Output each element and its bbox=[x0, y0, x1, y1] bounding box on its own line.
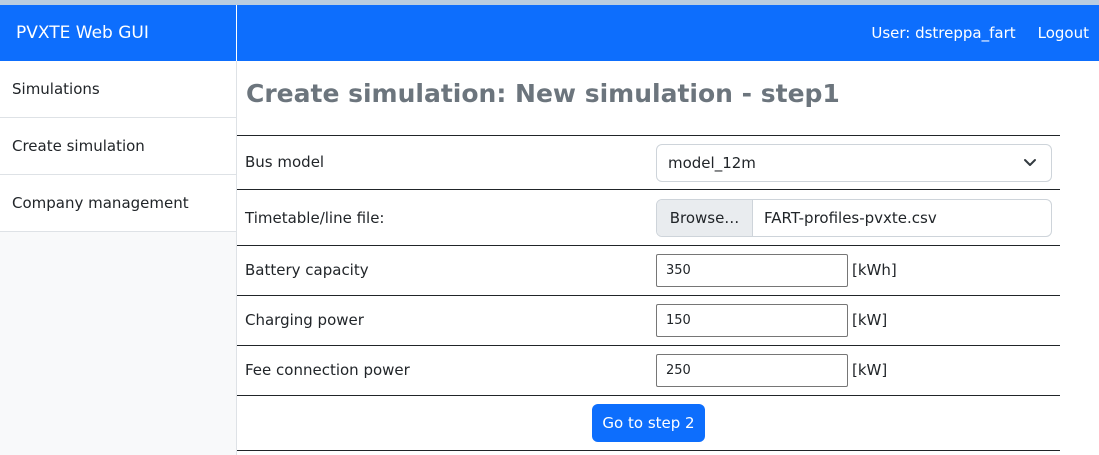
fee-connection-input[interactable]: 250 bbox=[656, 354, 848, 387]
top-navbar: User: dstreppa_fart Logout bbox=[237, 5, 1099, 61]
form-row-charging: Charging power 150 [kW] bbox=[237, 296, 1060, 346]
form-row-submit: Go to step 2 bbox=[237, 396, 1060, 451]
fee-connection-label: Fee connection power bbox=[245, 361, 410, 379]
timetable-file-input[interactable]: Browse… FART-profiles-pvxte.csv bbox=[656, 199, 1052, 237]
go-to-step-2-button[interactable]: Go to step 2 bbox=[592, 404, 705, 442]
form-row-timetable: Timetable/line file: Browse… FART-profil… bbox=[237, 190, 1060, 246]
main-content: Create simulation: New simulation - step… bbox=[237, 61, 1099, 455]
form-row-bus-model: Bus model model_12m bbox=[237, 136, 1060, 190]
brand-logo[interactable]: PVXTE Web GUI bbox=[0, 5, 236, 61]
selected-file-name: FART-profiles-pvxte.csv bbox=[764, 209, 937, 227]
form-row-battery: Battery capacity 350 [kWh] bbox=[237, 246, 1060, 296]
battery-capacity-label: Battery capacity bbox=[245, 261, 369, 279]
simulation-form: Bus model model_12m Timetable/line file:… bbox=[237, 135, 1060, 451]
charging-power-label: Charging power bbox=[245, 311, 364, 329]
chevron-down-icon bbox=[1024, 159, 1036, 166]
charging-power-input[interactable]: 150 bbox=[656, 304, 848, 337]
form-row-fee: Fee connection power 250 [kW] bbox=[237, 346, 1060, 396]
battery-capacity-input[interactable]: 350 bbox=[656, 254, 848, 287]
sidebar: Simulations Create simulation Company ma… bbox=[0, 61, 237, 455]
bus-model-select[interactable]: model_12m bbox=[656, 144, 1052, 182]
timetable-label: Timetable/line file: bbox=[245, 209, 385, 227]
battery-capacity-unit: [kWh] bbox=[852, 261, 897, 279]
logout-link[interactable]: Logout bbox=[1038, 24, 1089, 42]
bus-model-label: Bus model bbox=[245, 153, 325, 171]
charging-power-unit: [kW] bbox=[852, 311, 888, 329]
sidebar-item-simulations[interactable]: Simulations bbox=[0, 61, 236, 118]
user-label[interactable]: User: dstreppa_fart bbox=[871, 24, 1015, 42]
bus-model-value: model_12m bbox=[668, 154, 756, 172]
page-title: Create simulation: New simulation - step… bbox=[246, 79, 840, 108]
sidebar-item-company-management[interactable]: Company management bbox=[0, 175, 236, 232]
browse-button[interactable]: Browse… bbox=[657, 200, 753, 236]
fee-connection-unit: [kW] bbox=[852, 361, 888, 379]
sidebar-item-create-simulation[interactable]: Create simulation bbox=[0, 118, 236, 175]
